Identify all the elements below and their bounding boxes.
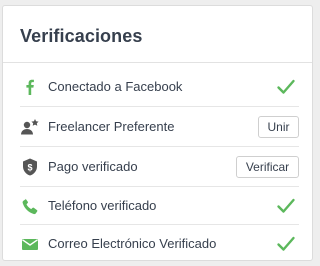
verifications-card: Verificaciones Conectado a Facebook Free… (2, 5, 313, 261)
verification-row-payment: $ Pago verificado Verificar (20, 147, 299, 186)
facebook-icon (20, 77, 40, 97)
card-title: Verificaciones (20, 26, 143, 46)
checkmark-icon (277, 198, 295, 213)
title-divider (3, 62, 312, 63)
phone-icon (20, 196, 40, 216)
verification-row-phone: Teléfono verificado (20, 186, 299, 225)
verification-label: Teléfono verificado (48, 198, 157, 213)
join-button[interactable]: Unir (258, 115, 299, 138)
svg-text:$: $ (27, 162, 32, 172)
preferred-freelancer-icon (20, 117, 40, 137)
verification-label: Freelancer Preferente (48, 119, 175, 134)
verification-row-email: Correo Electrónico Verificado (20, 224, 299, 263)
verify-button[interactable]: Verificar (236, 155, 299, 178)
email-icon (20, 234, 40, 254)
verification-row-preferred-freelancer: Freelancer Preferente Unir (20, 107, 299, 146)
payment-shield-icon: $ (20, 157, 40, 177)
verification-label: Correo Electrónico Verificado (48, 236, 217, 251)
verification-row-facebook: Conectado a Facebook (20, 67, 299, 106)
verification-label: Conectado a Facebook (48, 79, 183, 94)
checkmark-icon (277, 79, 295, 94)
checkmark-icon (277, 236, 295, 251)
verification-label: Pago verificado (48, 159, 138, 174)
